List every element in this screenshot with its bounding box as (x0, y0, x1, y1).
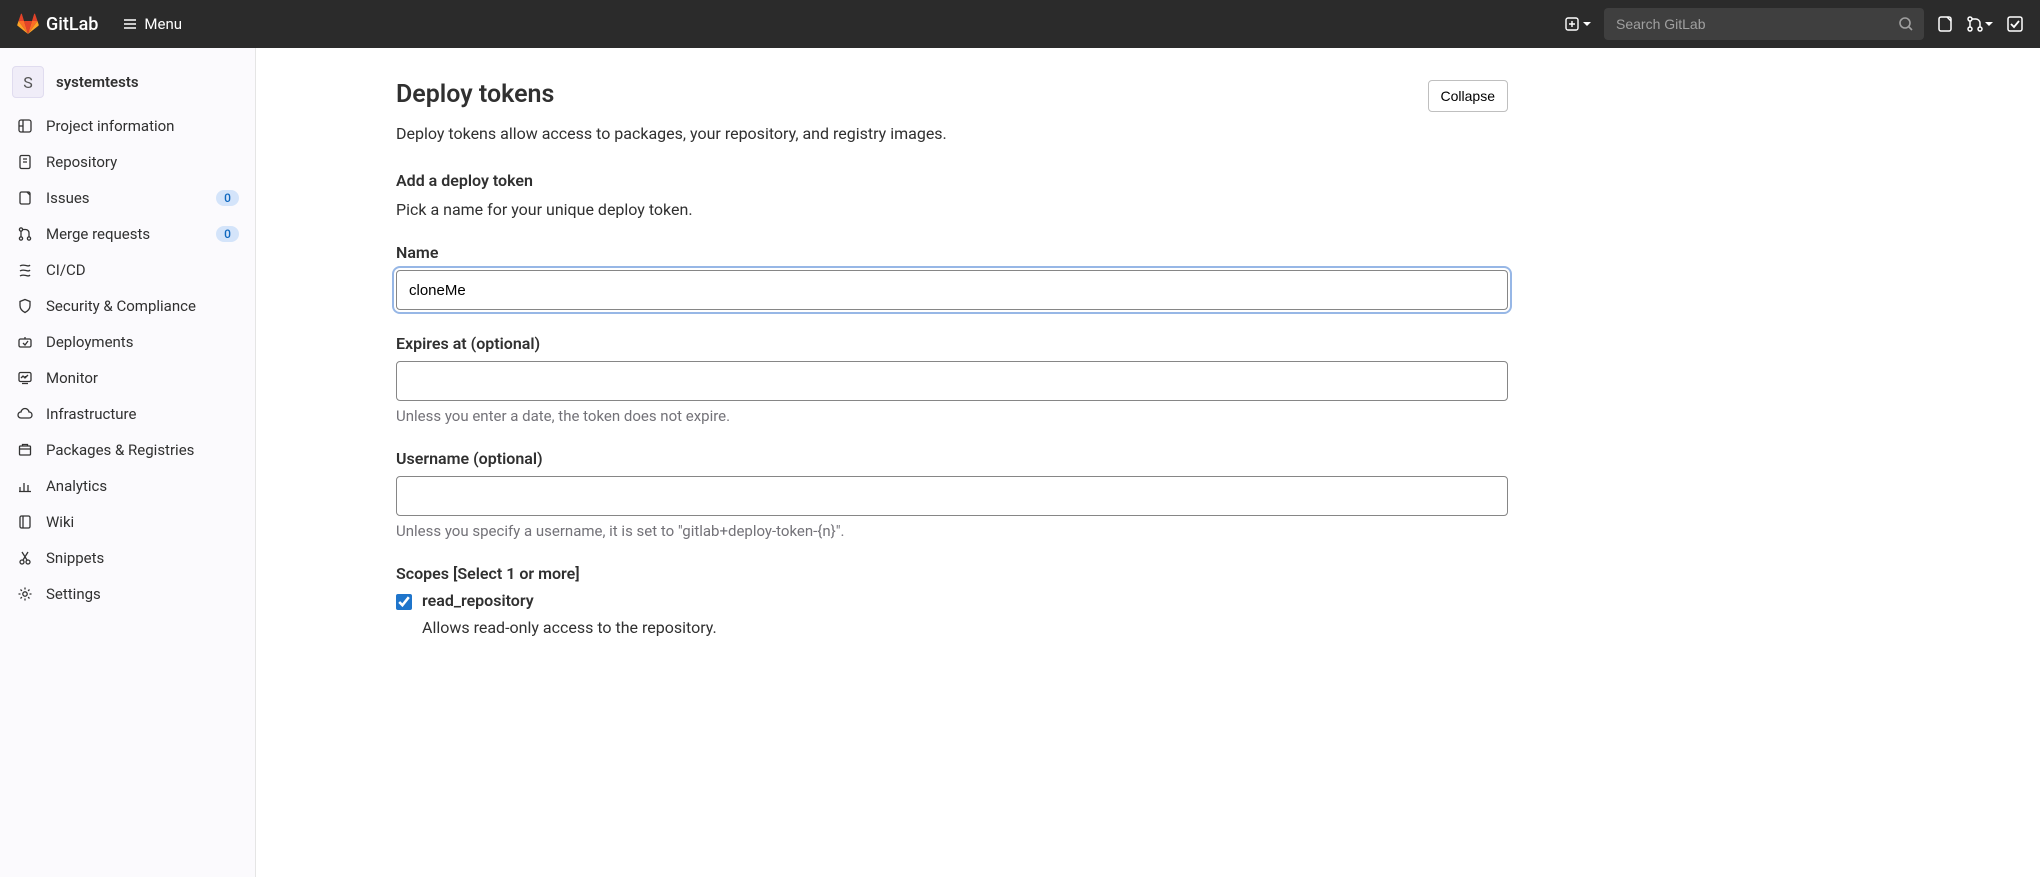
top-navbar: GitLab Menu (0, 0, 2040, 48)
page-title: Deploy tokens (396, 80, 554, 109)
expires-hint: Unless you enter a date, the token does … (396, 407, 1508, 425)
issues-icon (1936, 15, 1954, 33)
scope-label: read_repository (422, 591, 534, 610)
new-dropdown[interactable] (1564, 16, 1592, 32)
search-input[interactable] (1604, 8, 1924, 40)
sidebar-item-monitor[interactable]: Monitor (0, 360, 255, 396)
infra-icon (16, 405, 34, 423)
sidebar-item-label: Monitor (46, 369, 98, 387)
add-token-desc: Pick a name for your unique deploy token… (396, 200, 1508, 219)
sidebar-item-badge: 0 (216, 226, 239, 242)
merge-icon (16, 225, 34, 243)
wiki-icon (16, 513, 34, 531)
main-content: Deploy tokens Collapse Deploy tokens all… (256, 48, 1556, 709)
search-icon (1898, 16, 1914, 32)
repo-icon (16, 153, 34, 171)
todo-icon (2006, 15, 2024, 33)
expires-label: Expires at (optional) (396, 334, 1508, 353)
sidebar-project[interactable]: S systemtests (0, 56, 255, 108)
chevron-down-icon (1582, 19, 1592, 29)
analytics-icon (16, 477, 34, 495)
menu-button[interactable]: Menu (114, 9, 190, 39)
monitor-icon (16, 369, 34, 387)
gitlab-icon (16, 12, 40, 36)
sidebar-item-label: Analytics (46, 477, 107, 495)
package-icon (16, 441, 34, 459)
collapse-button[interactable]: Collapse (1428, 80, 1508, 112)
scopes-label: Scopes [Select 1 or more] (396, 564, 1508, 583)
sidebar-item-infrastructure[interactable]: Infrastructure (0, 396, 255, 432)
sidebar-item-settings[interactable]: Settings (0, 576, 255, 612)
hamburger-icon (122, 16, 138, 32)
sidebar-item-label: Issues (46, 189, 90, 207)
sidebar-item-label: Snippets (46, 549, 104, 567)
sidebar-item-label: Infrastructure (46, 405, 136, 423)
deploy-icon (16, 333, 34, 351)
merge-icon (1966, 15, 1984, 33)
sidebar-item-label: Settings (46, 585, 101, 603)
settings-icon (16, 585, 34, 603)
gitlab-logo[interactable]: GitLab (16, 12, 98, 36)
expires-input[interactable] (396, 361, 1508, 401)
issues-shortcut[interactable] (1936, 15, 1954, 33)
sidebar-item-issues[interactable]: Issues 0 (0, 180, 255, 216)
sidebar-item-label: Project information (46, 117, 174, 135)
username-input[interactable] (396, 476, 1508, 516)
merge-requests-shortcut[interactable] (1966, 15, 1994, 33)
plus-icon (1564, 16, 1580, 32)
sidebar-item-label: CI/CD (46, 261, 86, 279)
cicd-icon (16, 261, 34, 279)
sidebar: S systemtests Project information Reposit… (0, 48, 256, 877)
menu-label: Menu (144, 15, 182, 33)
sidebar-item-label: Repository (46, 153, 117, 171)
scope-row: read_repository (396, 591, 1508, 610)
sidebar-item-wiki[interactable]: Wiki (0, 504, 255, 540)
sidebar-item-label: Wiki (46, 513, 74, 531)
sidebar-item-ci-cd[interactable]: CI/CD (0, 252, 255, 288)
project-avatar: S (12, 66, 44, 98)
name-label: Name (396, 243, 1508, 262)
scope-checkbox-read_repository[interactable] (396, 594, 412, 610)
chevron-down-icon (1984, 19, 1994, 29)
issues-icon (16, 189, 34, 207)
sidebar-item-merge-requests[interactable]: Merge requests 0 (0, 216, 255, 252)
username-hint: Unless you specify a username, it is set… (396, 522, 1508, 540)
name-input[interactable] (396, 270, 1508, 310)
info-icon (16, 117, 34, 135)
project-name: systemtests (56, 73, 139, 91)
sidebar-item-packages-registries[interactable]: Packages & Registries (0, 432, 255, 468)
sidebar-item-security-compliance[interactable]: Security & Compliance (0, 288, 255, 324)
sidebar-item-repository[interactable]: Repository (0, 144, 255, 180)
sidebar-item-label: Security & Compliance (46, 297, 196, 315)
sidebar-item-label: Packages & Registries (46, 441, 194, 459)
add-token-title: Add a deploy token (396, 171, 1508, 190)
sidebar-item-snippets[interactable]: Snippets (0, 540, 255, 576)
sidebar-item-deployments[interactable]: Deployments (0, 324, 255, 360)
sidebar-item-badge: 0 (216, 190, 239, 206)
page-description: Deploy tokens allow access to packages, … (396, 124, 1508, 143)
sidebar-item-label: Merge requests (46, 225, 150, 243)
sidebar-item-label: Deployments (46, 333, 133, 351)
shield-icon (16, 297, 34, 315)
username-label: Username (optional) (396, 449, 1508, 468)
snippets-icon (16, 549, 34, 567)
sidebar-item-analytics[interactable]: Analytics (0, 468, 255, 504)
brand-label: GitLab (46, 14, 98, 35)
sidebar-item-project-information[interactable]: Project information (0, 108, 255, 144)
scope-description: Allows read-only access to the repositor… (422, 618, 1508, 637)
todos-shortcut[interactable] (2006, 15, 2024, 33)
